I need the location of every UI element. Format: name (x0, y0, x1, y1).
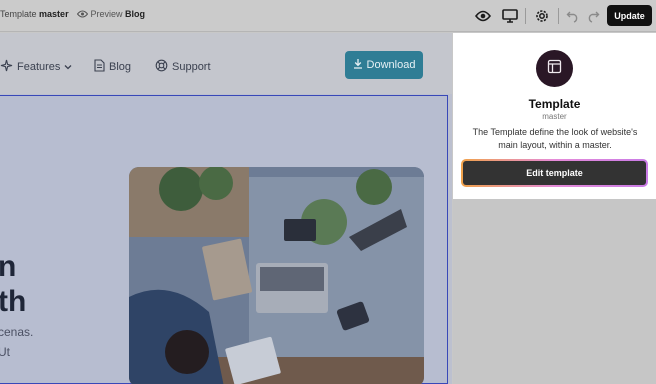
top-toolbar: Template master Preview Blog Update (0, 0, 656, 32)
hero-section[interactable]: n th cenas. Ut (0, 95, 448, 384)
hero-text-line: cenas. (0, 325, 34, 339)
download-label: Download (366, 59, 416, 71)
preview-link[interactable]: Preview Blog (76, 9, 146, 19)
nav-item-features[interactable]: Features (0, 59, 72, 75)
edit-template-button[interactable]: Edit template (463, 161, 646, 185)
update-button[interactable]: Update (607, 5, 652, 26)
eye-icon[interactable] (473, 6, 493, 26)
eye-icon (76, 9, 91, 19)
site-preview-canvas[interactable]: Features Blog Support Download n th cena… (0, 33, 452, 384)
panel-overlay (453, 199, 656, 384)
hero-text-line: Ut (0, 345, 10, 359)
redo-icon[interactable] (583, 6, 603, 26)
desktop-icon[interactable] (500, 6, 520, 26)
breadcrumb-name: master (39, 9, 69, 19)
preview-target: Blog (125, 9, 146, 19)
hero-heading-line: th (0, 285, 27, 318)
nav-label: Support (172, 61, 211, 73)
nav-label: Features (17, 61, 61, 73)
lifebuoy-icon (155, 59, 168, 75)
breadcrumb[interactable]: Template master (0, 9, 69, 19)
panel-description: The Template define the look of website'… (472, 127, 638, 150)
download-icon (353, 58, 363, 72)
nav-item-support[interactable]: Support (155, 59, 211, 75)
chevron-down-icon (64, 61, 72, 73)
breadcrumb-type: Template (0, 9, 37, 19)
toolbar-divider (558, 8, 559, 24)
gear-icon[interactable] (532, 6, 552, 26)
sparkle-icon (0, 59, 13, 75)
nav-label: Blog (109, 61, 132, 73)
edit-template-highlight: Edit template (461, 159, 648, 187)
hero-image (129, 167, 424, 384)
layout-icon (547, 59, 562, 79)
hero-heading-line: n (0, 250, 17, 283)
panel-subtitle: master (542, 112, 567, 121)
undo-icon[interactable] (563, 6, 583, 26)
template-logo (536, 50, 573, 87)
nav-item-blog[interactable]: Blog (94, 59, 131, 75)
download-button[interactable]: Download (345, 51, 423, 79)
site-navbar: Features Blog Support Download (0, 33, 452, 94)
preview-label: Preview (90, 9, 123, 19)
document-icon (94, 59, 105, 75)
toolbar-divider (525, 8, 526, 24)
template-panel: Template master The Template define the … (453, 33, 656, 199)
panel-title: Template (528, 97, 581, 111)
